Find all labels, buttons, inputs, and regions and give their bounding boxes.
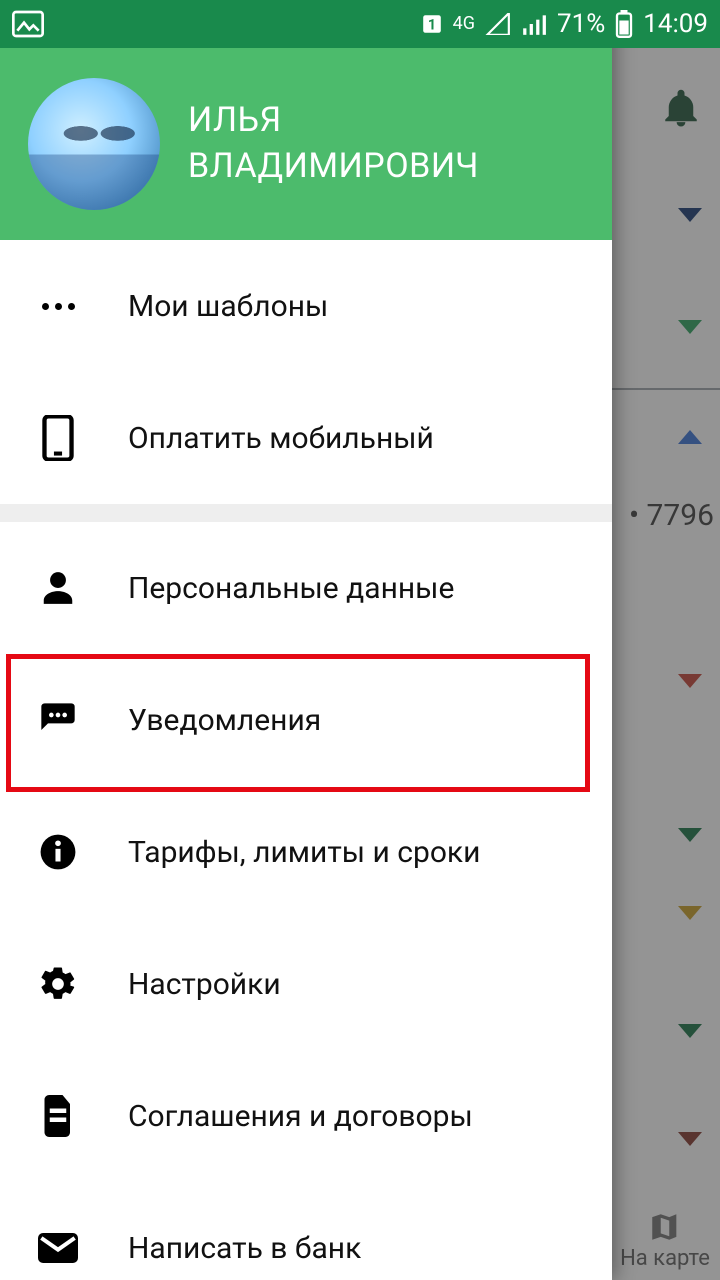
menu-item-tariffs[interactable]: Тарифы, лимиты и сроки <box>0 786 612 918</box>
avatar <box>28 78 160 210</box>
menu-label: Настройки <box>128 967 281 1002</box>
menu-label: Написать в банк <box>128 1231 361 1266</box>
gear-icon <box>36 964 80 1004</box>
menu-item-templates[interactable]: Мои шаблоны <box>0 240 612 372</box>
ellipsis-icon <box>36 303 80 310</box>
mail-icon <box>36 1232 80 1264</box>
navigation-drawer: ИЛЬЯ ВЛАДИМИРОВИЧ Мои шаблоны Оплатить м… <box>0 0 612 1280</box>
menu-item-notifications[interactable]: Уведомления <box>0 654 612 786</box>
status-bar: 1 4G 71% 14:09 <box>0 0 720 48</box>
image-icon <box>12 10 44 38</box>
clock: 14:09 <box>643 9 708 39</box>
menu-label: Тарифы, лимиты и сроки <box>128 835 480 870</box>
battery-percent: 71% <box>557 9 605 39</box>
menu-label: Соглашения и договоры <box>128 1099 473 1134</box>
menu-separator <box>0 504 612 522</box>
document-icon <box>36 1095 80 1137</box>
info-icon <box>36 833 80 871</box>
menu-item-personal[interactable]: Персональные данные <box>0 522 612 654</box>
svg-text:1: 1 <box>427 18 435 34</box>
menu-label: Уведомления <box>128 703 321 738</box>
message-icon <box>36 700 80 740</box>
menu-label: Оплатить мобильный <box>128 421 434 456</box>
sim-icon: 1 <box>421 13 443 35</box>
menu-label: Персональные данные <box>128 571 454 606</box>
menu-item-pay-mobile[interactable]: Оплатить мобильный <box>0 372 612 504</box>
network-type: 4G <box>453 15 475 33</box>
battery-icon <box>615 10 633 38</box>
user-name: ИЛЬЯ ВЛАДИМИРОВИЧ <box>188 98 479 190</box>
menu-label: Мои шаблоны <box>128 289 328 324</box>
phone-icon <box>36 415 80 461</box>
person-icon <box>36 569 80 607</box>
menu-item-write-bank[interactable]: Написать в банк <box>0 1182 612 1280</box>
signal-icon <box>485 13 511 35</box>
signal-bars-icon <box>521 13 547 35</box>
menu-item-agreements[interactable]: Соглашения и договоры <box>0 1050 612 1182</box>
menu-item-settings[interactable]: Настройки <box>0 918 612 1050</box>
